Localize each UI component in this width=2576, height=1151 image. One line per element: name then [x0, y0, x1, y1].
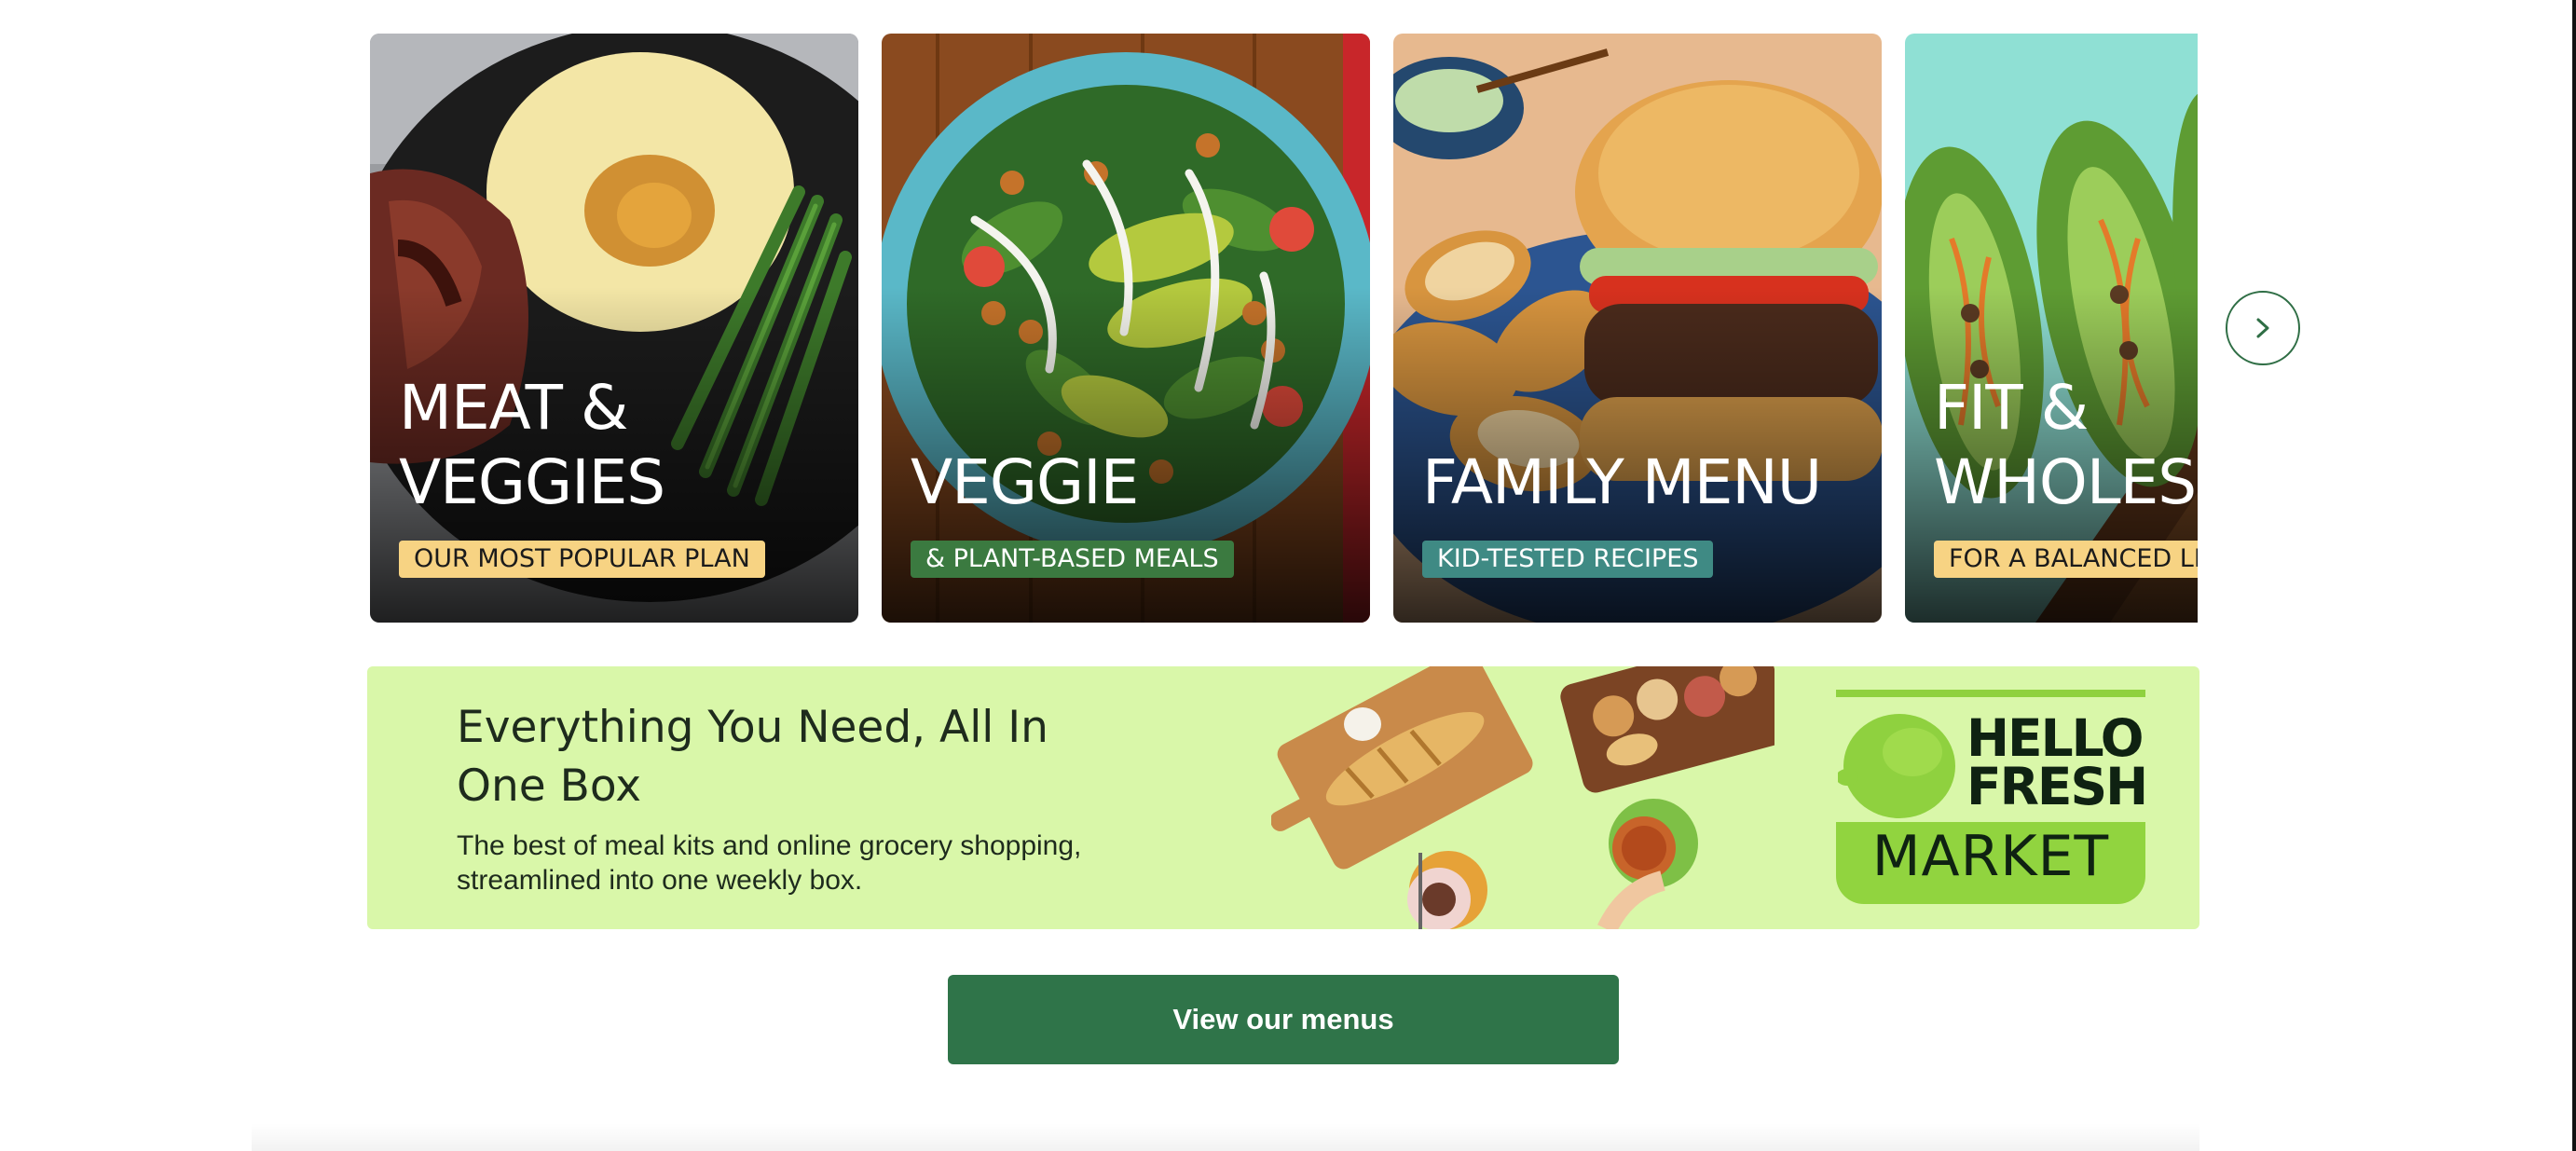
logo-accent-line	[1836, 690, 2145, 697]
carousel-next-button[interactable]	[2226, 291, 2300, 365]
lime-icon	[1838, 714, 1955, 818]
banner-heading: Everything You Need, All In One Box	[457, 702, 1048, 812]
card-tag: KID-TESTED RECIPES	[1422, 541, 1714, 578]
window-edge	[2572, 0, 2576, 1151]
plan-card-meat-veggies[interactable]: MEAT & VEGGIES OUR MOST POPULAR PLAN	[370, 34, 858, 623]
card-title: MEAT & VEGGIES	[399, 372, 665, 518]
card-tag: & PLANT-BASED MEALS	[911, 541, 1234, 578]
card-title: VEGGIE	[911, 446, 1139, 518]
card-tag: OUR MOST POPULAR PLAN	[399, 541, 765, 578]
plan-card-fit-wholesome[interactable]: FIT & WHOLESOME FOR A BALANCED LIFE	[1905, 34, 2198, 623]
footer-shadow	[252, 1123, 2199, 1151]
view-menus-button[interactable]: View our menus	[948, 975, 1619, 1064]
plan-card-family-menu[interactable]: FAMILY MENU KID-TESTED RECIPES	[1393, 34, 1882, 623]
logo-hello-fresh-text: HELLO FRESH	[1966, 708, 2148, 816]
plan-card-veggie[interactable]: VEGGIE & PLANT-BASED MEALS	[882, 34, 1370, 623]
market-food-illustration	[1271, 666, 1774, 929]
card-tag: FOR A BALANCED LIFE	[1934, 541, 2198, 578]
hellofresh-market-logo: HELLO FRESH MARKET	[1836, 690, 2148, 904]
card-title: FAMILY MENU	[1422, 446, 1822, 518]
card-title: FIT & WHOLESOME	[1934, 372, 2198, 518]
plan-carousel: MEAT & VEGGIES OUR MOST POPULAR PLAN VEG…	[370, 34, 2198, 623]
banner-subtext: The best of meal kits and online grocery…	[457, 830, 1082, 896]
chevron-right-icon	[2256, 318, 2269, 338]
market-banner[interactable]: Everything You Need, All In One Box The …	[367, 666, 2199, 929]
logo-market-text: MARKET	[1871, 824, 2110, 889]
